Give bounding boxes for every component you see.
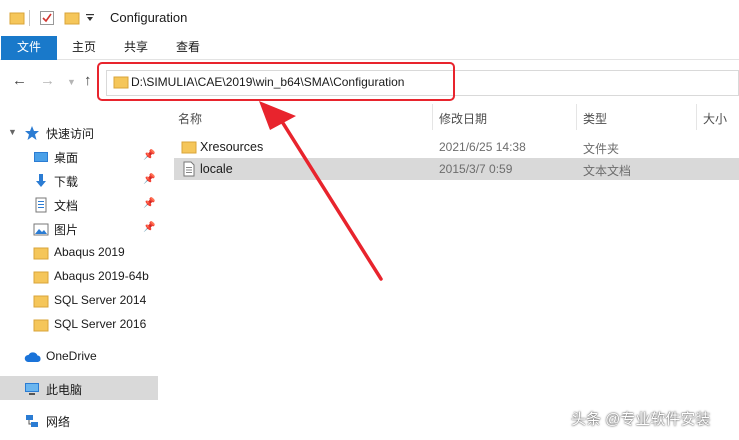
watermark-text: 头条 @专业软件安装 bbox=[571, 411, 711, 428]
red-arrow-annotation bbox=[259, 101, 383, 281]
